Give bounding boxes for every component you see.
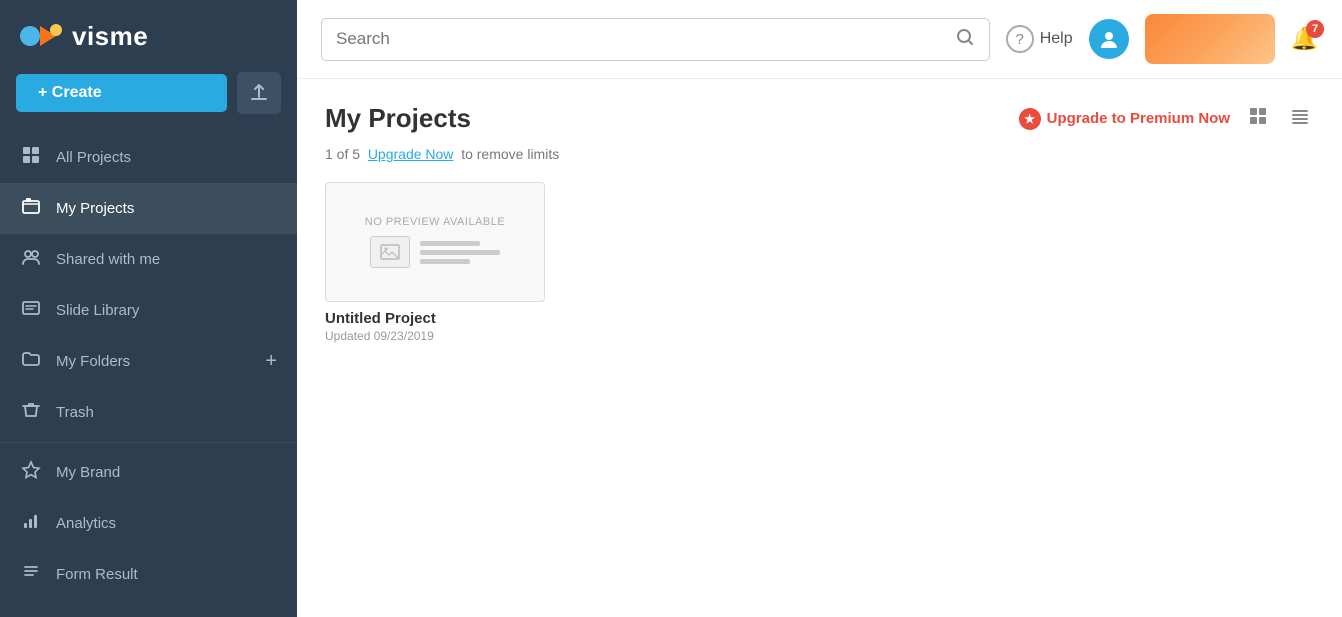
upload-icon xyxy=(248,82,270,104)
user-avatar[interactable] xyxy=(1089,19,1129,59)
add-folder-icon[interactable]: + xyxy=(265,350,277,373)
thumb-line-3 xyxy=(420,259,470,264)
create-button[interactable]: + Create xyxy=(16,74,227,112)
analytics-icon xyxy=(20,511,42,536)
sidebar-item-form-result[interactable]: Form Result xyxy=(0,549,297,600)
main-content: ? Help 🔔 7 My Projects ★ Upgrade to Prem… xyxy=(297,0,1342,617)
sidebar-item-analytics[interactable]: Analytics xyxy=(0,498,297,549)
grid-view-icon xyxy=(1248,106,1268,126)
thumbnail-placeholder xyxy=(370,236,500,268)
help-button[interactable]: ? Help xyxy=(1006,25,1073,53)
folders-icon xyxy=(20,349,42,374)
page-title: My Projects xyxy=(325,103,471,134)
upgrade-button[interactable]: ★ Upgrade to Premium Now xyxy=(1019,108,1230,130)
notification-badge: 7 xyxy=(1306,20,1324,38)
search-input[interactable] xyxy=(336,29,947,49)
upload-button[interactable] xyxy=(237,72,281,114)
sidebar: visme + Create All Projects My Projects xyxy=(0,0,297,617)
slide-library-icon xyxy=(20,298,42,323)
sidebar-item-shared-with-me[interactable]: Shared with me xyxy=(0,234,297,285)
analytics-label: Analytics xyxy=(56,515,277,532)
trash-icon xyxy=(20,400,42,425)
project-card[interactable]: NO PREVIEW AVAILABLE Untitled Project Up… xyxy=(325,182,545,343)
sidebar-item-my-projects[interactable]: My Projects xyxy=(0,183,297,234)
content-area: My Projects ★ Upgrade to Premium Now 1 o… xyxy=(297,79,1342,617)
search-box[interactable] xyxy=(321,18,990,61)
sidebar-item-my-folders[interactable]: My Folders + xyxy=(0,336,297,387)
project-date: Updated 09/23/2019 xyxy=(325,329,545,343)
nav-divider xyxy=(0,442,297,443)
visme-logo-icon xyxy=(20,18,64,54)
projects-limit-info: 1 of 5 Upgrade Now to remove limits xyxy=(325,146,1314,162)
notifications[interactable]: 🔔 7 xyxy=(1291,26,1318,52)
thumb-line-2 xyxy=(420,250,500,255)
slide-library-label: Slide Library xyxy=(56,302,277,319)
upgrade-label: Upgrade to Premium Now xyxy=(1047,110,1230,127)
help-icon: ? xyxy=(1006,25,1034,53)
shared-icon xyxy=(20,247,42,272)
sidebar-logo: visme xyxy=(0,0,297,72)
header: ? Help 🔔 7 xyxy=(297,0,1342,79)
sidebar-actions: + Create xyxy=(0,72,297,132)
my-folders-label: My Folders xyxy=(56,353,251,370)
form-result-label: Form Result xyxy=(56,566,277,583)
sidebar-item-my-brand[interactable]: My Brand xyxy=(0,447,297,498)
thumbnail-lines xyxy=(420,241,500,264)
view-grid-button[interactable] xyxy=(1244,104,1272,134)
my-projects-label: My Projects xyxy=(56,200,277,217)
no-preview-label: NO PREVIEW AVAILABLE xyxy=(365,216,505,228)
help-label: Help xyxy=(1040,30,1073,48)
sidebar-item-trash[interactable]: Trash xyxy=(0,387,297,438)
sidebar-item-slide-library[interactable]: Slide Library xyxy=(0,285,297,336)
logo-text: visme xyxy=(72,21,148,52)
thumbnail-image-icon xyxy=(370,236,410,268)
shared-with-me-label: Shared with me xyxy=(56,251,277,268)
all-projects-label: All Projects xyxy=(56,149,277,166)
brand-icon xyxy=(20,460,42,485)
my-brand-label: My Brand xyxy=(56,464,277,481)
sidebar-item-all-projects[interactable]: All Projects xyxy=(0,132,297,183)
view-list-button[interactable] xyxy=(1286,104,1314,134)
form-result-icon xyxy=(20,562,42,587)
upgrade-star-icon: ★ xyxy=(1019,108,1041,130)
sidebar-nav: All Projects My Projects Shared with me … xyxy=(0,132,297,617)
my-projects-icon xyxy=(20,196,42,221)
list-view-icon xyxy=(1290,106,1310,126)
project-thumbnail: NO PREVIEW AVAILABLE xyxy=(325,182,545,302)
all-projects-icon xyxy=(20,145,42,170)
trash-label: Trash xyxy=(56,404,277,421)
search-icon xyxy=(955,27,975,52)
limit-suffix: to remove limits xyxy=(461,146,559,162)
blurred-user-area xyxy=(1145,14,1275,64)
projects-grid: NO PREVIEW AVAILABLE Untitled Project Up… xyxy=(325,182,1314,343)
project-name: Untitled Project xyxy=(325,310,545,327)
thumb-line-1 xyxy=(420,241,480,246)
user-icon xyxy=(1098,28,1120,50)
content-header: My Projects ★ Upgrade to Premium Now xyxy=(325,103,1314,134)
content-header-right: ★ Upgrade to Premium Now xyxy=(1019,104,1314,134)
limit-count: 1 of 5 xyxy=(325,146,360,162)
upgrade-limit-link[interactable]: Upgrade Now xyxy=(368,146,454,162)
